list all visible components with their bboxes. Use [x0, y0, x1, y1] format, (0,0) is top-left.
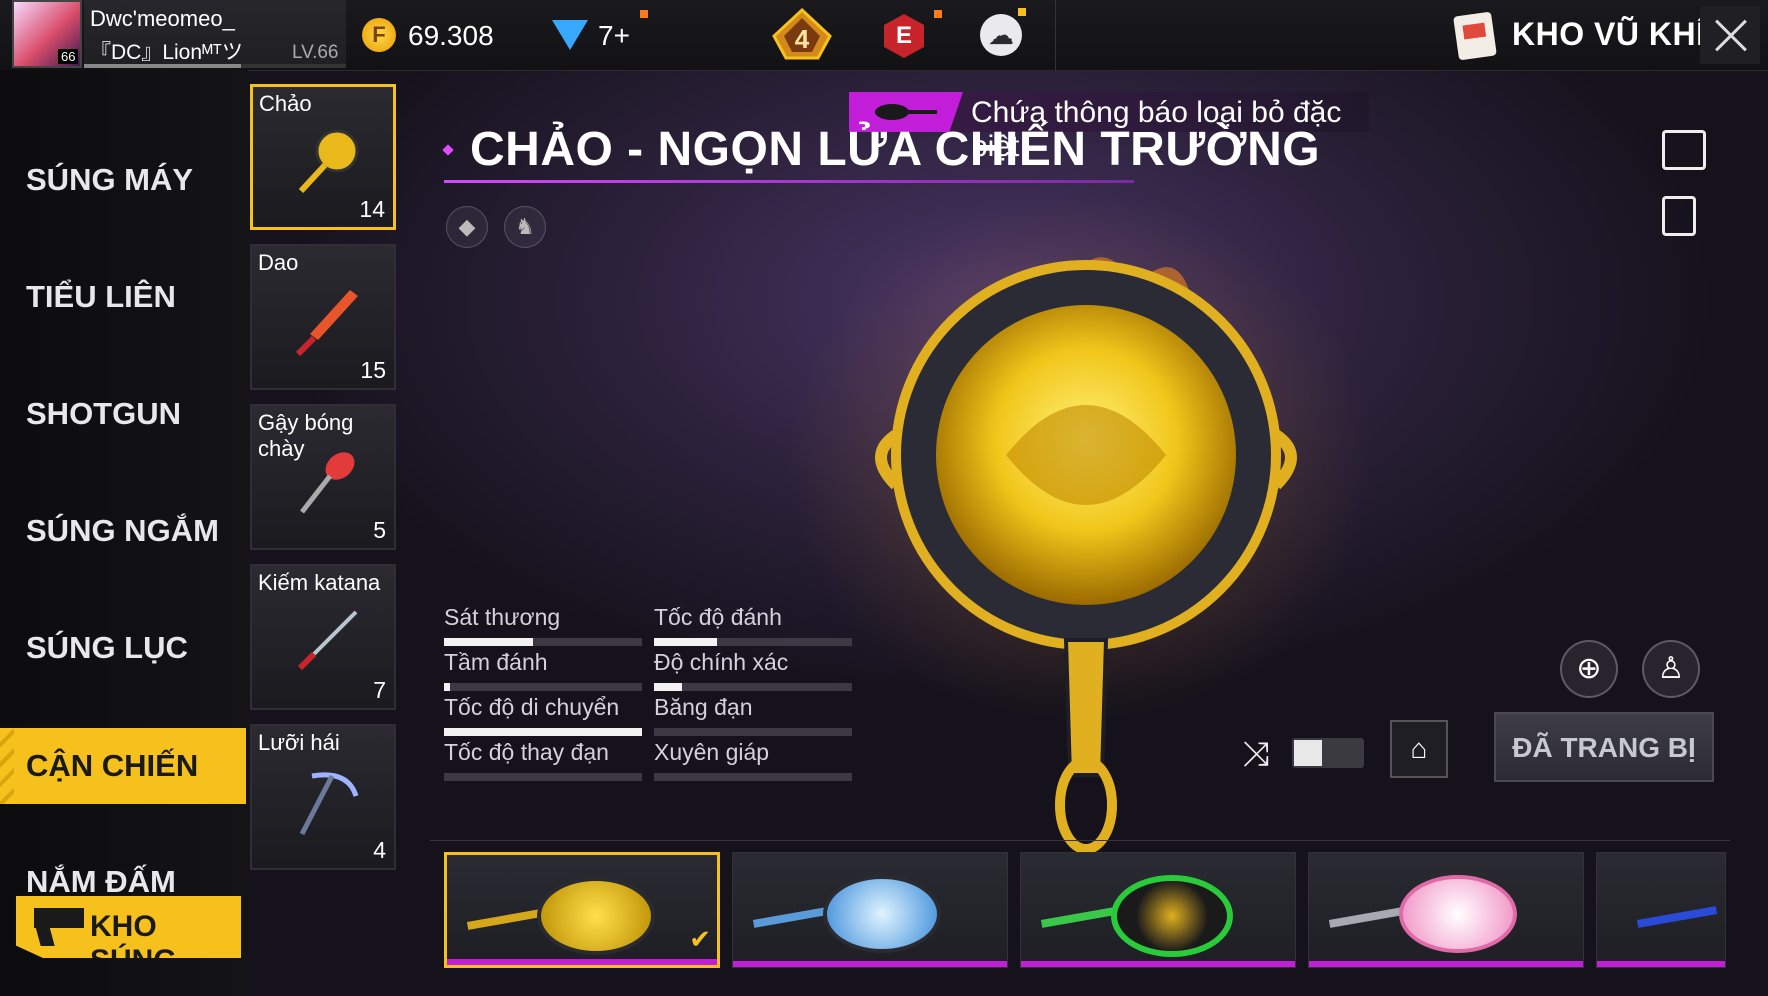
sidebar-item-cut-off[interactable]: ▔▔▔ [26, 70, 98, 88]
sidebar-item-label: CẬN CHIẾN [26, 748, 199, 783]
player-guild: 『DC』Lionᴹᵀツ [90, 41, 243, 64]
weapon-item-kiem-katana[interactable]: Kiếm katana 7 [250, 564, 396, 710]
equipped-label: ĐÃ TRANG BỊ [1512, 732, 1696, 763]
rank-number: 4 [795, 24, 810, 54]
weapon-vault-icon [1453, 11, 1497, 61]
gun-icon [34, 908, 84, 928]
page-title: KHO VŨ KHÍ [1512, 16, 1706, 52]
stat-toc-do-danh: Tốc độ đánh [654, 604, 852, 646]
knife-icon [295, 290, 358, 356]
avatar-level-badge: 66 [58, 49, 79, 64]
skin-item[interactable]: ✔ [444, 852, 720, 968]
player-name: Dwc'meomeo_ [90, 6, 235, 31]
stat-label: Tốc độ đánh [654, 604, 782, 630]
weapon-name: Lưỡi hái [258, 730, 340, 755]
sidebar-item-sung-may[interactable]: SÚNG MÁY [26, 162, 193, 198]
stat-bar [444, 773, 642, 781]
skin-item[interactable] [1596, 852, 1726, 968]
bat-icon [300, 452, 355, 514]
event-notification-dot [934, 10, 942, 18]
stat-bar [444, 728, 642, 736]
stat-bar [654, 728, 852, 736]
stat-label: Tốc độ thay đạn [444, 739, 609, 765]
cloud-gift-icon[interactable]: ☁ [980, 14, 1022, 56]
event-icon[interactable]: E [884, 14, 924, 58]
stat-label: Băng đạn [654, 694, 753, 720]
sidebar-item-can-chien[interactable]: CẬN CHIẾN [0, 728, 246, 804]
weapon-count: 14 [359, 196, 385, 222]
lobby-display-icon[interactable]: ⌂ [1390, 720, 1448, 778]
player-level: LV.66 [292, 42, 339, 63]
player-avatar[interactable]: 66 [12, 0, 82, 68]
stat-bar [444, 683, 642, 691]
gold-amount: 69.308 [408, 20, 494, 51]
check-icon: ✔ [689, 924, 711, 954]
close-button[interactable] [1700, 6, 1760, 64]
stat-bar [654, 638, 852, 646]
stat-label: Xuyên giáp [654, 739, 770, 765]
weapon-name: Kiếm katana [258, 570, 381, 595]
stat-tam-danh: Tầm đánh [444, 649, 642, 691]
scythe-icon [299, 772, 359, 836]
stat-bar [654, 683, 852, 691]
weapon-count: 5 [373, 517, 386, 543]
stat-sat-thuong: Sát thương [444, 604, 642, 646]
katana-icon [297, 610, 358, 671]
sidebar-item-nam-dam[interactable]: NẮM ĐẤM [26, 864, 176, 900]
diamond-icon [552, 20, 588, 50]
tag-icon[interactable]: ◆ [446, 206, 488, 248]
stat-bar [444, 638, 642, 646]
weapon-name: Chảo [259, 91, 312, 116]
sidebar-item-sung-luc[interactable]: SÚNG LỤC [26, 630, 188, 666]
stat-label: Độ chính xác [654, 649, 789, 675]
weapon-title: CHẢO - NGỌN LỬA CHIẾN TRƯỜNG [470, 123, 1321, 176]
gift-indicator [1018, 8, 1026, 16]
notification-dot [640, 10, 648, 18]
character-tag-icon[interactable]: ♞ [504, 206, 546, 248]
skin-item[interactable] [1020, 852, 1296, 968]
character-preview-icon[interactable]: ♙ [1642, 640, 1700, 698]
weapon-item-dao[interactable]: Dao 15 [250, 244, 396, 390]
shuffle-icon[interactable]: ⤨ [1234, 734, 1278, 774]
stat-bang-dan: Băng đạn [654, 694, 852, 736]
stat-label: Sát thương [444, 604, 561, 630]
stat-toc-do-di-chuyen: Tốc độ di chuyển [444, 694, 642, 736]
rank-badge-icon[interactable]: 4 [770, 6, 834, 62]
weapon-name: Dao [258, 250, 299, 275]
stat-label: Tầm đánh [444, 649, 548, 675]
top-bar: 66 Dwc'meomeo_ 『DC』Lionᴹᵀツ LV.66 F 69.30… [0, 0, 1768, 71]
weapon-count: 4 [373, 837, 386, 863]
equipped-button[interactable]: ĐÃ TRANG BỊ [1494, 712, 1714, 782]
stat-xuyen-giap: Xuyên giáp [654, 739, 852, 781]
weapon-count: 15 [360, 357, 386, 383]
weapon-item-luoi-hai[interactable]: Lưỡi hái 4 [250, 724, 396, 870]
skin-item[interactable] [732, 852, 1008, 968]
share-icon[interactable] [1662, 130, 1706, 170]
sidebar-item-shotgun[interactable]: SHOTGUN [26, 396, 181, 432]
skin-item[interactable] [1308, 852, 1584, 968]
xp-bar [84, 64, 346, 68]
details-search-icon[interactable] [1662, 196, 1696, 236]
stat-bar [654, 773, 852, 781]
zoom-icon[interactable]: ⊕ [1560, 640, 1618, 698]
pan-icon [298, 129, 359, 194]
stat-label: Tốc độ di chuyển [444, 694, 620, 720]
random-toggle[interactable] [1292, 738, 1364, 768]
weapon-count: 7 [373, 677, 386, 703]
weapon-item-chao[interactable]: Chảo 14 [250, 84, 396, 230]
gold-coin-icon: F [362, 18, 396, 52]
gun-vault-button[interactable]: KHO SÚNG [16, 896, 241, 958]
stat-do-chinh-xac: Độ chính xác [654, 649, 852, 691]
diamond-amount[interactable]: 7+ [598, 20, 630, 52]
stat-toc-do-thay-dan: Tốc độ thay đạn [444, 739, 642, 781]
title-underline [444, 180, 1134, 183]
sidebar-item-sung-ngam[interactable]: SÚNG NGẮM [26, 513, 219, 549]
sidebar-item-tieu-lien[interactable]: TIỂU LIÊN [26, 279, 176, 315]
weapon-item-gay-bong-chay[interactable]: Gậy bóng chày 5 [250, 404, 396, 550]
